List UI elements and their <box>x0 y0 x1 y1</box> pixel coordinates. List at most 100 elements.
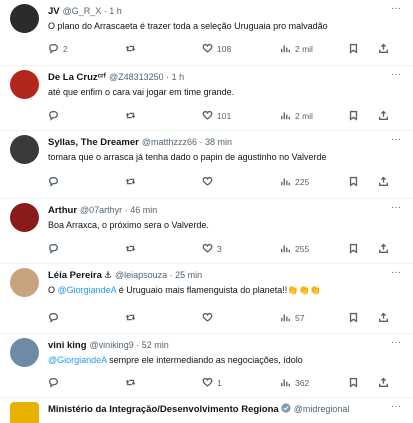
heart-icon <box>202 377 217 390</box>
retweet-button[interactable] <box>125 175 140 189</box>
display-name[interactable]: JV <box>48 6 60 17</box>
more-icon[interactable]: ··· <box>389 4 403 16</box>
views-icon <box>280 377 295 390</box>
like-button[interactable]: 3 <box>202 242 222 256</box>
user-handle[interactable]: @07arthyr <box>80 205 122 215</box>
bookmark-button[interactable] <box>348 311 363 325</box>
display-name[interactable]: De La Cruzᶜʳᶠ <box>48 72 106 83</box>
heart-icon <box>202 110 217 123</box>
more-icon[interactable]: ··· <box>389 70 403 82</box>
display-name[interactable]: vini king <box>48 340 87 351</box>
tweet-text: O @GiorgiandeA é Uruguaio mais flamengui… <box>48 284 399 297</box>
bookmark-button[interactable] <box>348 376 363 390</box>
separator-dot: · <box>167 270 176 280</box>
user-handle[interactable]: @matthzzz66 <box>142 137 197 147</box>
avatar[interactable] <box>10 135 39 164</box>
timestamp[interactable]: 1 h <box>109 6 122 16</box>
text-segment: até que enfim o cara vai jogar em time g… <box>48 87 235 97</box>
tweet[interactable]: Ministério da Integração/Desenvolvimento… <box>0 398 413 423</box>
action-bar: 101 2 mil <box>48 109 399 123</box>
views-button[interactable]: 225 <box>280 175 309 189</box>
timestamp[interactable]: 1 h <box>172 72 185 82</box>
bookmark-button[interactable] <box>348 242 363 256</box>
reply-icon <box>48 312 63 325</box>
display-name[interactable]: Arthur <box>48 205 77 216</box>
reply-button[interactable]: 2 <box>48 42 68 56</box>
timestamp[interactable]: 52 min <box>142 340 169 350</box>
user-handle[interactable]: @G_R_X <box>63 6 102 16</box>
more-icon[interactable]: ··· <box>389 203 403 215</box>
reply-button[interactable] <box>48 242 63 256</box>
display-name[interactable]: Ministério da Integração/Desenvolvimento… <box>48 404 279 415</box>
views-count: 225 <box>295 177 310 187</box>
action-bar: 3 255 <box>48 242 399 256</box>
mention-link[interactable]: @GiorgiandeA <box>48 355 107 365</box>
retweet-button[interactable] <box>125 376 140 390</box>
user-handle[interactable]: @viniking9 <box>90 340 134 350</box>
bookmark-button[interactable] <box>348 109 363 123</box>
share-button[interactable] <box>378 311 393 325</box>
share-button[interactable] <box>378 376 393 390</box>
share-button[interactable] <box>378 242 393 256</box>
reply-button[interactable] <box>48 175 63 189</box>
avatar[interactable] <box>10 402 39 423</box>
bookmark-button[interactable] <box>348 175 363 189</box>
tweet[interactable]: De La Cruzᶜʳᶠ @Z48313250 · 1 h ··· até que … <box>0 66 413 131</box>
timestamp[interactable]: 46 min <box>130 205 157 215</box>
display-name[interactable]: Syllas, The Dreamer <box>48 137 139 148</box>
reply-button[interactable] <box>48 376 63 390</box>
retweet-button[interactable] <box>125 109 140 123</box>
retweet-button[interactable] <box>125 42 140 56</box>
more-icon[interactable]: ··· <box>389 135 403 147</box>
views-button[interactable]: 57 <box>280 311 304 325</box>
timestamp[interactable]: 25 min <box>175 270 202 280</box>
more-icon[interactable]: ··· <box>389 402 403 414</box>
avatar[interactable] <box>10 70 39 99</box>
bookmark-button[interactable] <box>348 42 363 56</box>
like-button[interactable]: 1 <box>202 376 222 390</box>
retweet-icon <box>125 312 140 325</box>
share-button[interactable] <box>378 42 393 56</box>
share-button[interactable] <box>378 175 393 189</box>
like-button[interactable] <box>202 311 217 325</box>
tweet[interactable]: Arthur @07arthyr · 46 min ··· Boa Arraxca, … <box>0 199 413 264</box>
reply-icon <box>48 377 63 390</box>
views-icon <box>280 43 295 56</box>
like-button[interactable] <box>202 175 217 189</box>
bookmark-icon <box>348 243 363 256</box>
views-button[interactable]: 2 mil <box>280 109 313 123</box>
retweet-button[interactable] <box>125 311 140 325</box>
tweet[interactable]: Syllas, The Dreamer @matthzzz66 · 38 min ·… <box>0 131 413 199</box>
reply-button[interactable] <box>48 311 63 325</box>
more-icon[interactable]: ··· <box>389 338 403 350</box>
like-button[interactable]: 108 <box>202 42 231 56</box>
action-bar: 57 <box>48 311 399 325</box>
display-name[interactable]: Léia Pereira <box>48 270 102 281</box>
reply-icon <box>48 110 63 123</box>
user-handle[interactable]: @leiapsouza <box>115 270 167 280</box>
avatar[interactable] <box>10 4 39 33</box>
user-handle[interactable]: @midregional <box>294 404 350 414</box>
separator-dot: · <box>133 340 142 350</box>
tweet[interactable]: vini king @viniking9 · 52 min ··· @Giorgian… <box>0 334 413 398</box>
anchor-badge-icon: ⚓ <box>103 270 112 280</box>
heart-icon <box>202 243 217 256</box>
share-button[interactable] <box>378 109 393 123</box>
tweet[interactable]: Léia Pereira ⚓ @leiapsouza · 25 min ··· O @G… <box>0 264 413 334</box>
timestamp[interactable]: 38 min <box>205 137 232 147</box>
avatar[interactable] <box>10 203 39 232</box>
user-handle[interactable]: @Z48313250 <box>109 72 164 82</box>
views-button[interactable]: 2 mil <box>280 42 313 56</box>
views-button[interactable]: 362 <box>280 376 309 390</box>
avatar[interactable] <box>10 268 39 297</box>
tweet[interactable]: JV @G_R_X · 1 h ··· O plano do Arrascaeta é… <box>0 0 413 66</box>
more-icon[interactable]: ··· <box>389 268 403 280</box>
retweet-button[interactable] <box>125 242 140 256</box>
reply-button[interactable] <box>48 109 63 123</box>
mention-link[interactable]: @GiorgiandeA <box>58 285 117 295</box>
views-button[interactable]: 255 <box>280 242 309 256</box>
like-button[interactable]: 101 <box>202 109 231 123</box>
replies-count: 2 <box>63 44 68 54</box>
avatar[interactable] <box>10 338 39 367</box>
tweet-text: Boa Arraxca, o próximo sera o Valverde. <box>48 219 399 232</box>
